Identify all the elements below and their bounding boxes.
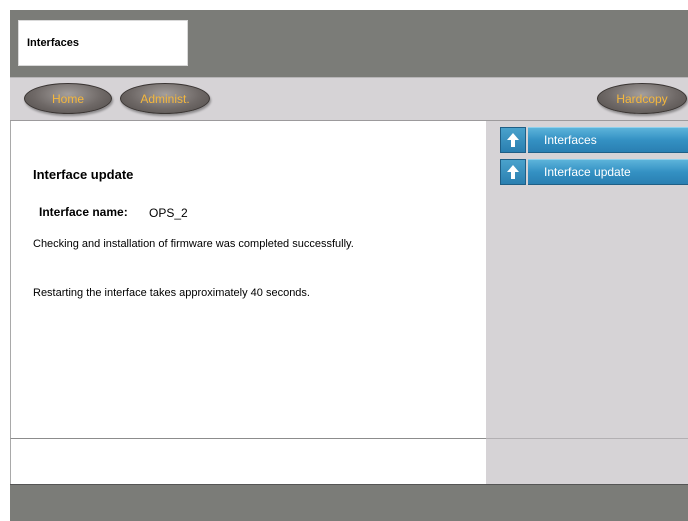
- sidebar: Interfaces Interface update: [486, 121, 688, 484]
- administration-button[interactable]: Administ.: [120, 83, 210, 114]
- content-footer: [10, 438, 486, 484]
- up-arrow-icon: [500, 127, 526, 153]
- main-content: Interface update Interface name: OPS_2 C…: [10, 121, 486, 438]
- sidebar-item-interfaces[interactable]: Interfaces: [500, 127, 688, 153]
- title-box: Interfaces: [18, 20, 188, 66]
- sidebar-divider: [486, 438, 688, 439]
- restart-info-message: Restarting the interface takes approxima…: [33, 287, 310, 299]
- interface-name-value: OPS_2: [149, 206, 188, 220]
- up-arrow-icon: [500, 159, 526, 185]
- header-bar: Interfaces: [10, 10, 688, 77]
- sidebar-item-label: Interface update: [528, 159, 688, 185]
- hardcopy-button[interactable]: Hardcopy: [597, 83, 687, 114]
- sidebar-item-label: Interfaces: [528, 127, 688, 153]
- page-title: Interfaces: [27, 37, 79, 49]
- bottom-status-bar: [10, 484, 688, 521]
- interface-name-label: Interface name:: [39, 205, 128, 219]
- home-button[interactable]: Home: [24, 83, 112, 114]
- nav-bar: Home Administ. Hardcopy: [10, 77, 688, 121]
- firmware-status-message: Checking and installation of firmware wa…: [33, 238, 354, 250]
- sidebar-item-interface-update[interactable]: Interface update: [500, 159, 688, 185]
- section-heading: Interface update: [33, 167, 134, 182]
- app-window: Interfaces Home Administ. Hardcopy Inter…: [10, 10, 688, 521]
